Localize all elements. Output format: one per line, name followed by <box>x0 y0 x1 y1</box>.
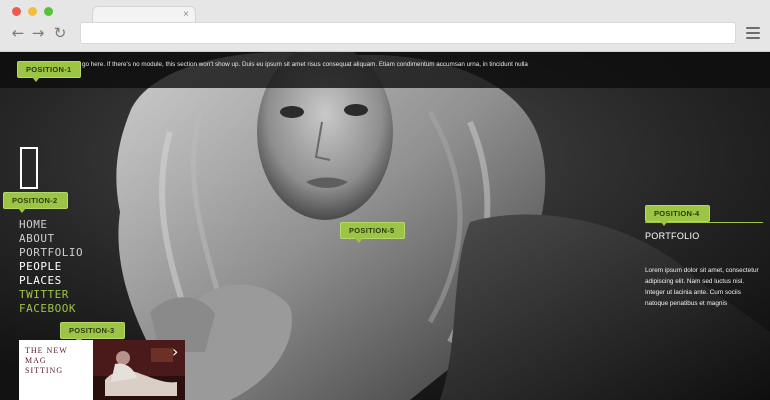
position-1-text: Position-1 module can go here. If there'… <box>18 61 528 78</box>
tab-close-icon[interactable]: × <box>183 9 189 21</box>
nav-item-home[interactable]: HOME <box>19 218 83 232</box>
minimize-window-button[interactable] <box>28 7 37 16</box>
feature-card[interactable]: THE NEW MAG SITTING <box>19 340 93 400</box>
back-arrow-icon[interactable]: ← <box>10 24 26 42</box>
hamburger-menu-icon[interactable] <box>746 27 760 39</box>
nav-item-twitter[interactable]: TWITTER <box>19 288 83 302</box>
close-window-button[interactable] <box>12 7 21 16</box>
logo[interactable] <box>20 147 38 189</box>
position-4-sidebar: PORTFOLIO Lorem ipsum dolor sit amet, co… <box>645 222 763 309</box>
nav-item-about[interactable]: ABOUT <box>19 232 83 246</box>
position-1-tag: POSITION-1 <box>17 61 81 82</box>
sidebar-body: Lorem ipsum dolor sit amet, consectetur … <box>645 267 759 307</box>
sidebar-title: PORTFOLIO <box>645 231 700 241</box>
feature-slider: THE NEW MAG SITTING › <box>19 340 185 400</box>
main-navigation: HOME ABOUT PORTFOLIO PEOPLE PLACES TWITT… <box>19 218 83 316</box>
maximize-window-button[interactable] <box>44 7 53 16</box>
position-1-bar: Position-1 module can go here. If there'… <box>0 52 770 88</box>
sidebar-divider <box>645 222 763 223</box>
position-4-tag: POSITION-4 <box>645 205 710 226</box>
address-bar[interactable] <box>80 22 736 44</box>
reload-icon[interactable]: ↻ <box>52 24 68 42</box>
nav-item-places[interactable]: PLACES <box>19 274 83 288</box>
position-2-tag: POSITION-2 <box>3 192 68 213</box>
position-3-tag: POSITION-3 <box>60 322 125 343</box>
browser-chrome: × ← → ↻ <box>0 0 770 52</box>
next-arrow-icon[interactable]: › <box>172 344 178 360</box>
position-5-tag: POSITION-5 <box>340 222 405 243</box>
feature-title: THE NEW MAG SITTING <box>25 346 68 375</box>
website-page: Position-1 module can go here. If there'… <box>0 52 770 400</box>
forward-arrow-icon[interactable]: → <box>30 24 46 42</box>
nav-item-facebook[interactable]: FACEBOOK <box>19 302 83 316</box>
nav-item-portfolio[interactable]: PORTFOLIO <box>19 246 83 260</box>
nav-item-people[interactable]: PEOPLE <box>19 260 83 274</box>
